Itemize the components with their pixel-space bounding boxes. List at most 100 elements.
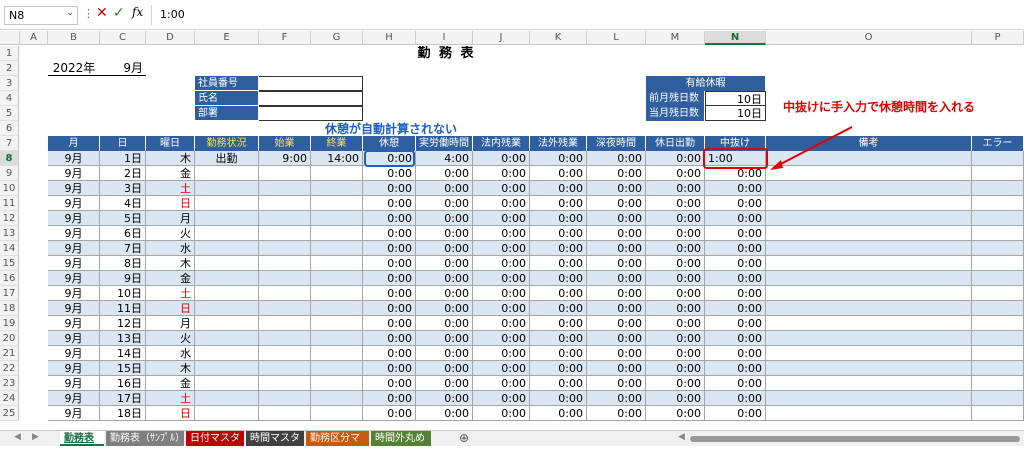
table-cell-holiday[interactable]: 0:00 — [646, 226, 705, 241]
table-cell-night[interactable]: 0:00 — [587, 181, 646, 196]
table-cell-in-ot[interactable]: 0:00 — [473, 271, 530, 286]
table-cell-error[interactable] — [972, 271, 1024, 286]
row-header[interactable]: 7 — [0, 136, 19, 151]
table-cell-in-ot[interactable]: 0:00 — [473, 301, 530, 316]
table-cell-in-ot[interactable]: 0:00 — [473, 226, 530, 241]
table-cell-error[interactable] — [972, 391, 1024, 406]
table-cell-night[interactable]: 0:00 — [587, 226, 646, 241]
table-cell-status[interactable] — [195, 256, 259, 271]
table-cell-nakanuke[interactable]: 0:00 — [705, 391, 766, 406]
table-cell-in-ot[interactable]: 0:00 — [473, 316, 530, 331]
table-cell-nakanuke[interactable]: 0:00 — [705, 301, 766, 316]
sheet-tab[interactable]: 時間マスタ — [246, 431, 304, 446]
table-cell-end[interactable] — [311, 271, 363, 286]
table-cell-remarks[interactable] — [766, 316, 972, 331]
table-cell-end[interactable] — [311, 226, 363, 241]
table-cell-month[interactable]: 9月 — [48, 271, 100, 286]
table-cell-start[interactable]: 9:00 — [259, 151, 311, 166]
table-cell-day[interactable]: 7日 — [100, 241, 146, 256]
table-cell-holiday[interactable]: 0:00 — [646, 151, 705, 166]
table-cell-night[interactable]: 0:00 — [587, 406, 646, 421]
table-cell-work[interactable]: 0:00 — [416, 301, 473, 316]
table-cell-status[interactable] — [195, 406, 259, 421]
table-cell-holiday[interactable]: 0:00 — [646, 331, 705, 346]
table-cell-end[interactable] — [311, 211, 363, 226]
table-cell-nakanuke[interactable]: 0:00 — [705, 241, 766, 256]
table-cell-end[interactable] — [311, 406, 363, 421]
table-cell-night[interactable]: 0:00 — [587, 211, 646, 226]
year-cell[interactable]: 2022年 — [48, 61, 100, 76]
table-cell-break[interactable]: 0:00 — [363, 196, 416, 211]
row-header[interactable]: 21 — [0, 346, 19, 361]
table-cell-work[interactable]: 0:00 — [416, 361, 473, 376]
table-cell-weekday[interactable]: 月 — [146, 211, 195, 226]
table-cell-end[interactable] — [311, 331, 363, 346]
table-cell-remarks[interactable] — [766, 376, 972, 391]
info-value[interactable] — [259, 76, 363, 91]
table-cell-start[interactable] — [259, 181, 311, 196]
table-cell-weekday[interactable]: 火 — [146, 331, 195, 346]
table-cell-month[interactable]: 9月 — [48, 331, 100, 346]
table-cell-end[interactable] — [311, 346, 363, 361]
table-cell-remarks[interactable] — [766, 406, 972, 421]
table-cell-day[interactable]: 6日 — [100, 226, 146, 241]
info-value[interactable] — [259, 106, 363, 121]
sheet-tab[interactable]: 日付マスタ — [186, 431, 244, 446]
table-cell-out-ot[interactable]: 0:00 — [530, 346, 587, 361]
table-cell-holiday[interactable]: 0:00 — [646, 301, 705, 316]
table-cell-out-ot[interactable]: 0:00 — [530, 271, 587, 286]
row-header[interactable]: 16 — [0, 271, 19, 286]
table-cell-in-ot[interactable]: 0:00 — [473, 151, 530, 166]
table-cell-nakanuke[interactable]: 0:00 — [705, 271, 766, 286]
table-cell-nakanuke[interactable]: 0:00 — [705, 331, 766, 346]
table-cell-start[interactable] — [259, 406, 311, 421]
table-cell-error[interactable] — [972, 301, 1024, 316]
table-cell-status[interactable] — [195, 346, 259, 361]
table-cell-status[interactable] — [195, 211, 259, 226]
table-cell-weekday[interactable]: 木 — [146, 256, 195, 271]
table-cell-nakanuke[interactable]: 0:00 — [705, 211, 766, 226]
table-cell-month[interactable]: 9月 — [48, 211, 100, 226]
table-cell-in-ot[interactable]: 0:00 — [473, 391, 530, 406]
table-cell-month[interactable]: 9月 — [48, 256, 100, 271]
table-cell-in-ot[interactable]: 0:00 — [473, 256, 530, 271]
table-cell-holiday[interactable]: 0:00 — [646, 286, 705, 301]
table-cell-nakanuke[interactable]: 0:00 — [705, 226, 766, 241]
table-cell-break[interactable]: 0:00 — [363, 331, 416, 346]
table-cell-day[interactable]: 3日 — [100, 181, 146, 196]
column-header-b[interactable]: B — [48, 31, 100, 45]
table-cell-break[interactable]: 0:00 — [363, 226, 416, 241]
table-cell-night[interactable]: 0:00 — [587, 316, 646, 331]
column-header-j[interactable]: J — [473, 31, 530, 45]
table-cell-start[interactable] — [259, 391, 311, 406]
table-cell-error[interactable] — [972, 331, 1024, 346]
table-cell-remarks[interactable] — [766, 151, 972, 166]
table-cell-month[interactable]: 9月 — [48, 286, 100, 301]
table-cell-work[interactable]: 0:00 — [416, 346, 473, 361]
table-cell-month[interactable]: 9月 — [48, 226, 100, 241]
table-cell-month[interactable]: 9月 — [48, 406, 100, 421]
table-cell-start[interactable] — [259, 271, 311, 286]
table-cell-nakanuke[interactable]: 0:00 — [705, 406, 766, 421]
table-cell-in-ot[interactable]: 0:00 — [473, 376, 530, 391]
table-cell-weekday[interactable]: 土 — [146, 286, 195, 301]
table-cell-start[interactable] — [259, 226, 311, 241]
table-cell-holiday[interactable]: 0:00 — [646, 241, 705, 256]
table-cell-month[interactable]: 9月 — [48, 391, 100, 406]
table-cell-remarks[interactable] — [766, 241, 972, 256]
info-value[interactable] — [259, 91, 363, 106]
month-cell[interactable]: 9月 — [100, 61, 146, 76]
table-cell-error[interactable] — [972, 361, 1024, 376]
table-cell-day[interactable]: 5日 — [100, 211, 146, 226]
spreadsheet-grid[interactable]: A B C D E F G H I J K L M N O P 1 2 3 4 5 6 7 8 9 10 11 12 13 14 15 16 1… — [0, 0, 1024, 446]
table-cell-weekday[interactable]: 金 — [146, 271, 195, 286]
column-header-a[interactable]: A — [20, 31, 48, 45]
table-cell-weekday[interactable]: 月 — [146, 316, 195, 331]
table-cell-break[interactable]: 0:00 — [363, 211, 416, 226]
table-cell-in-ot[interactable]: 0:00 — [473, 346, 530, 361]
table-cell-start[interactable] — [259, 331, 311, 346]
table-cell-error[interactable] — [972, 196, 1024, 211]
table-cell-weekday[interactable]: 土 — [146, 181, 195, 196]
table-cell-error[interactable] — [972, 286, 1024, 301]
table-cell-break[interactable]: 0:00 — [363, 256, 416, 271]
